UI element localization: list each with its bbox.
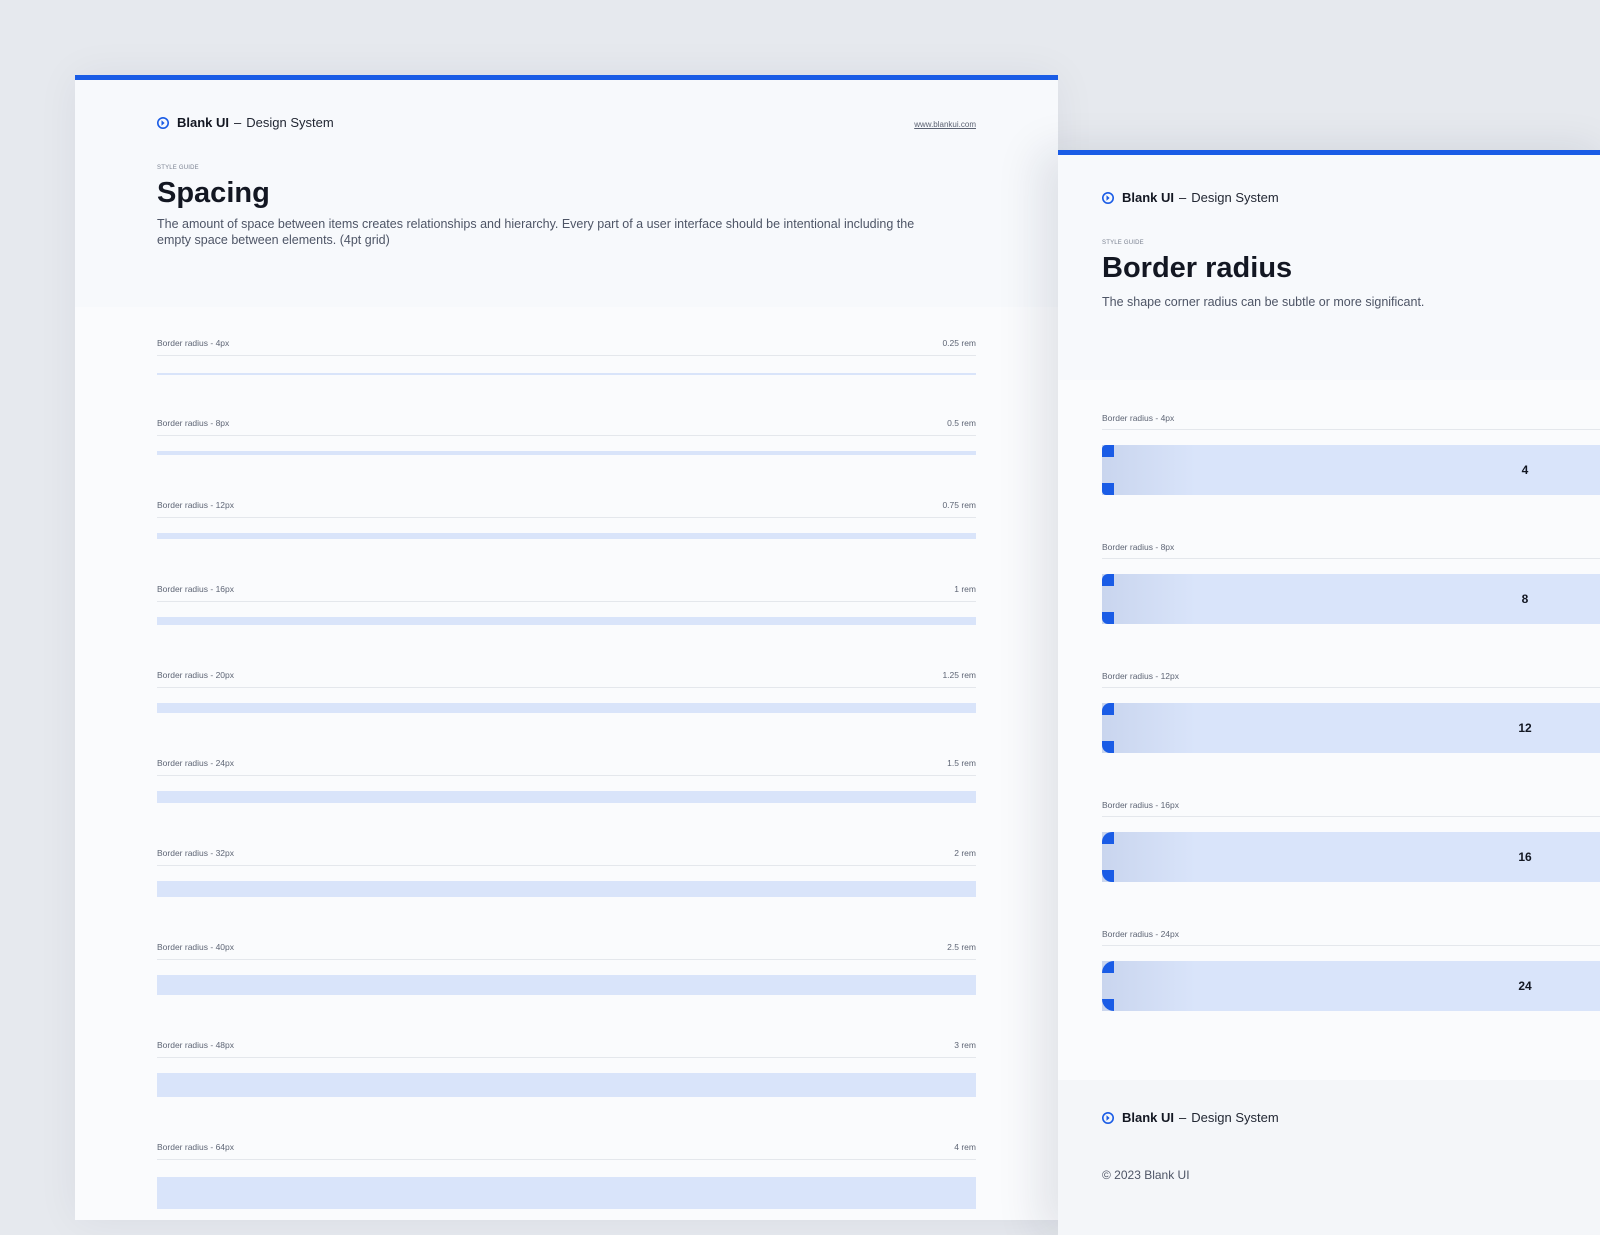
spacing-row-value: 2 rem (954, 848, 976, 858)
blank-ui-logo-icon (1102, 191, 1114, 204)
radius-corner-marker (1102, 832, 1114, 844)
spacing-row-value: 0.5 rem (947, 418, 976, 428)
spacing-bar-4 (157, 373, 976, 375)
spacing-row-value: 3 rem (954, 1040, 976, 1050)
radius-corner-marker (1102, 445, 1114, 457)
spacing-bar-40 (157, 975, 976, 995)
radius-row-label: Border radius - 8px (1102, 542, 1175, 552)
radius-corner-marker (1102, 999, 1114, 1011)
brand-separator: – (1179, 1110, 1187, 1125)
divider (157, 435, 976, 436)
radius-value: 4 (1521, 463, 1529, 477)
spacing-row-label: Border radius - 32px (157, 848, 235, 858)
spacing-title: Spacing (157, 177, 270, 209)
brand-separator: – (234, 115, 242, 130)
spacing-row-value: 2.5 rem (947, 942, 976, 952)
brand-name: Blank UI (1122, 190, 1175, 205)
spacing-bar-8 (157, 451, 976, 455)
spacing-row-value: 1 rem (954, 584, 976, 594)
spacing-row-label: Border radius - 64px (157, 1142, 235, 1152)
border-radius-title: Border radius (1102, 252, 1293, 284)
radius-corner-marker (1102, 574, 1114, 586)
divider (157, 687, 976, 688)
divider (1102, 558, 1600, 559)
blank-ui-logo-icon (1102, 1111, 1114, 1124)
brand-separator: – (1179, 190, 1187, 205)
divider (1102, 687, 1600, 688)
divider (1102, 429, 1600, 430)
copyright-text: © 2023 Blank UI (1102, 1168, 1190, 1182)
radius-value: 16 (1518, 850, 1532, 864)
spacing-row-label: Border radius - 4px (157, 338, 230, 348)
radius-corner-marker (1102, 483, 1114, 495)
border-radius-footer: Blank UI – Design System © 2023 Blank UI (1058, 1080, 1600, 1235)
spacing-row-label: Border radius - 48px (157, 1040, 235, 1050)
divider (157, 775, 976, 776)
spacing-row-value: 4 rem (954, 1142, 976, 1152)
divider (157, 865, 976, 866)
spacing-row-label: Border radius - 20px (157, 670, 235, 680)
border-radius-eyebrow: STYLE GUIDE (1102, 240, 1144, 246)
brand-name: Blank UI (1122, 1110, 1175, 1125)
border-radius-header: Blank UI – Design System (1102, 190, 1279, 205)
spacing-bar-24 (157, 791, 976, 803)
brand-tagline: Design System (246, 115, 334, 130)
radius-sample-16: 16 (1102, 832, 1600, 882)
divider (1102, 945, 1600, 946)
spacing-row-value: 1.25 rem (942, 670, 976, 680)
radius-corner-marker (1102, 961, 1114, 973)
radius-corner-marker (1102, 870, 1114, 882)
divider (157, 1057, 976, 1058)
spacing-eyebrow: STYLE GUIDE (157, 165, 199, 171)
border-radius-page: Blank UI – Design System STYLE GUIDE Bor… (1058, 150, 1600, 1235)
spacing-bar-12 (157, 533, 976, 539)
divider (157, 601, 976, 602)
radius-value: 8 (1521, 592, 1529, 606)
radius-value: 24 (1518, 979, 1532, 993)
spacing-header: Blank UI – Design System (157, 115, 334, 130)
divider (157, 355, 976, 356)
radius-corner-marker (1102, 612, 1114, 624)
spacing-row-label: Border radius - 8px (157, 418, 230, 428)
brand-tagline: Design System (1191, 1110, 1279, 1125)
spacing-row-value: 0.75 rem (942, 500, 976, 510)
spacing-bar-48 (157, 1073, 976, 1097)
radius-sample-8: 8 (1102, 574, 1600, 624)
divider (1102, 816, 1600, 817)
brand-name: Blank UI (177, 115, 230, 130)
spacing-description: The amount of space between items create… (157, 217, 915, 247)
radius-row-label: Border radius - 4px (1102, 413, 1175, 423)
radius-value: 12 (1518, 721, 1532, 735)
spacing-row-label: Border radius - 16px (157, 584, 235, 594)
radius-sample-4: 4 (1102, 445, 1600, 495)
blank-ui-logo-icon (157, 116, 169, 129)
radius-corner-marker (1102, 703, 1114, 715)
border-radius-description: The shape corner radius can be subtle or… (1102, 295, 1425, 309)
divider (157, 517, 976, 518)
brand-tagline: Design System (1191, 190, 1279, 205)
spacing-row-label: Border radius - 12px (157, 500, 235, 510)
spacing-bar-16 (157, 617, 976, 625)
spacing-bar-32 (157, 881, 976, 897)
spacing-page: Blank UI – Design System www.blankui.com… (75, 75, 1058, 1220)
radius-sample-12: 12 (1102, 703, 1600, 753)
radius-corner-marker (1102, 741, 1114, 753)
radius-row-label: Border radius - 16px (1102, 800, 1180, 810)
spacing-bar-20 (157, 703, 976, 713)
website-link[interactable]: www.blankui.com (914, 120, 976, 129)
radius-row-label: Border radius - 24px (1102, 929, 1180, 939)
radius-sample-24: 24 (1102, 961, 1600, 1011)
spacing-row-label: Border radius - 24px (157, 758, 235, 768)
spacing-row-label: Border radius - 40px (157, 942, 235, 952)
divider (157, 1159, 976, 1160)
spacing-row-value: 0.25 rem (942, 338, 976, 348)
radius-row-label: Border radius - 12px (1102, 671, 1180, 681)
footer-brand: Blank UI – Design System (1102, 1110, 1279, 1125)
divider (157, 959, 976, 960)
spacing-bar-64 (157, 1177, 976, 1209)
spacing-row-value: 1.5 rem (947, 758, 976, 768)
